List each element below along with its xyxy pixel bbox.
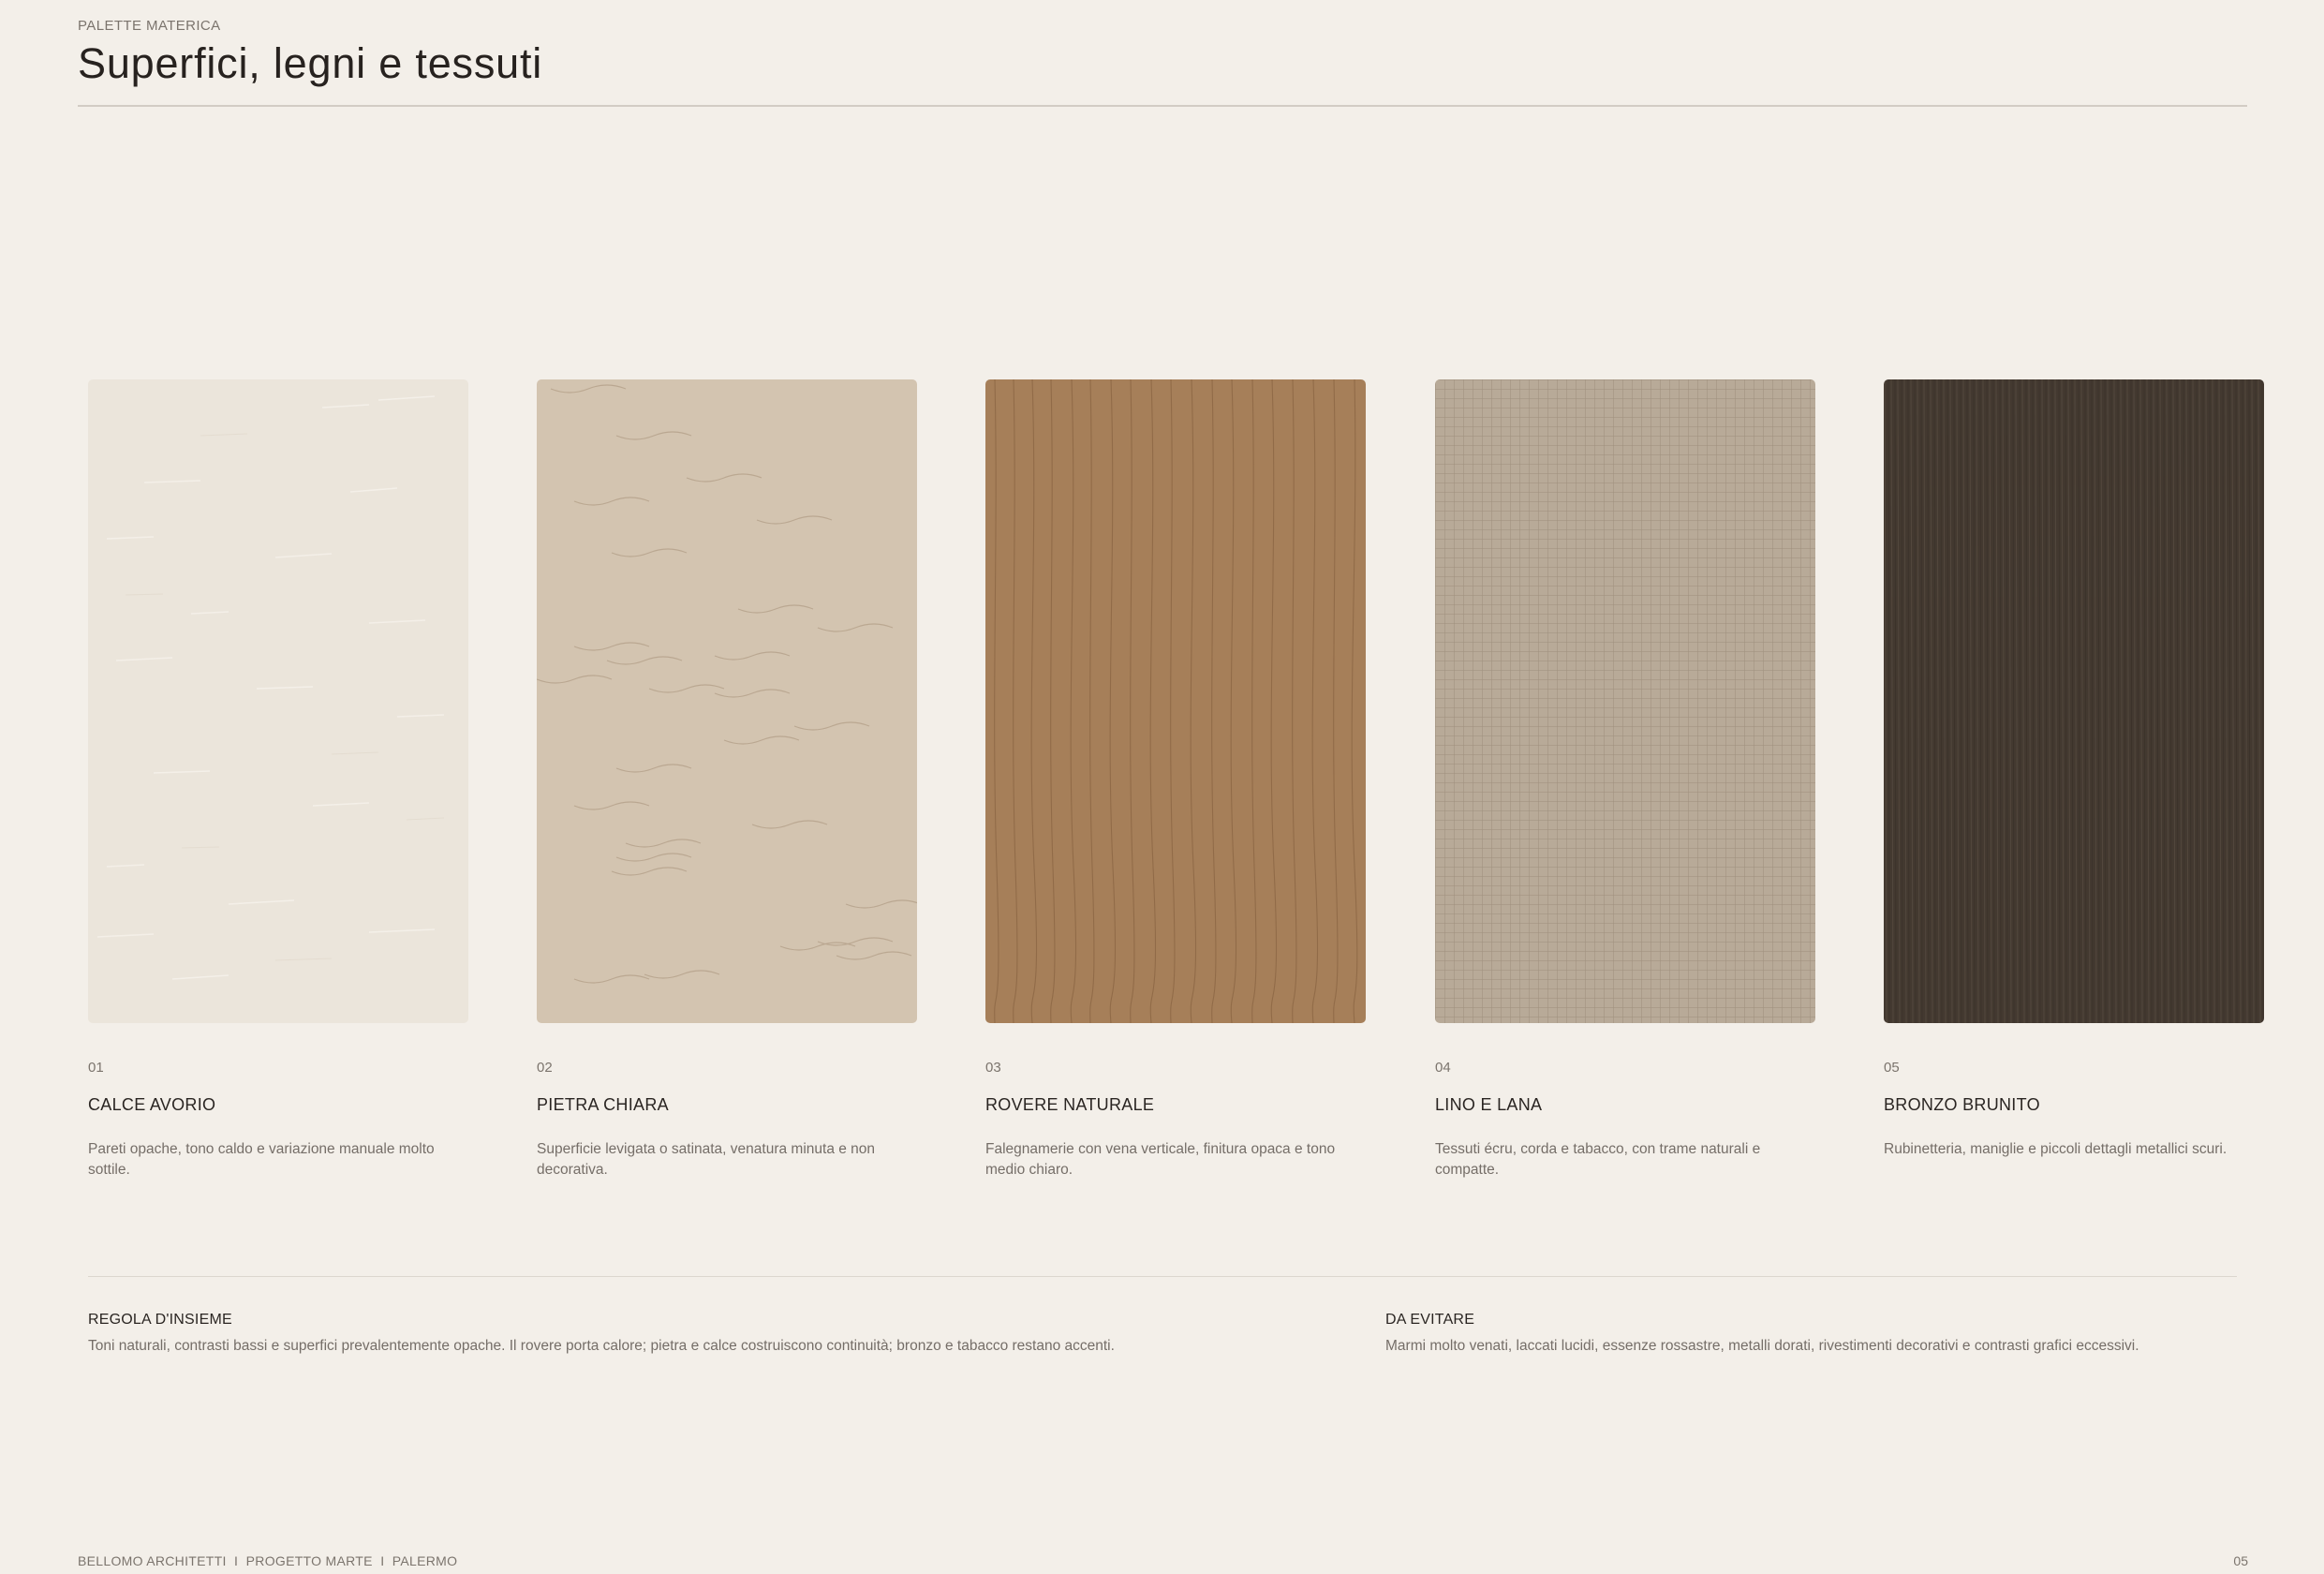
material-palette-page: PALETTE MATERICA Superfici, legni e tess… xyxy=(0,0,2324,1574)
header-divider xyxy=(78,105,2247,107)
material-number: 02 xyxy=(537,1060,553,1076)
footer-separator: I xyxy=(380,1553,385,1568)
general-rule-block: REGOLA D'INSIEME Toni naturali, contrast… xyxy=(88,1312,1137,1357)
footer-studio: BELLOMO ARCHITETTI xyxy=(78,1553,227,1568)
general-rule-title: REGOLA D'INSIEME xyxy=(88,1312,232,1328)
swatch-calce-avorio xyxy=(88,379,468,1023)
footer-separator: I xyxy=(234,1553,239,1568)
section-eyebrow: PALETTE MATERICA xyxy=(78,18,221,34)
plaster-icon xyxy=(88,379,468,1023)
section-divider xyxy=(88,1276,2237,1277)
material-description: Superficie levigata o satinata, venatura… xyxy=(537,1141,876,1178)
material-card-4: 04 LINO E LANA Tessuti écru, corda e tab… xyxy=(1435,1060,1815,1180)
material-name: PIETRA CHIARA xyxy=(537,1095,669,1114)
material-name: CALCE AVORIO xyxy=(88,1095,216,1114)
swatch-bronzo-brunito xyxy=(1884,379,2264,1023)
avoid-rule-text: Marmi molto venati, laccati lucidi, esse… xyxy=(1385,1338,2139,1354)
material-number: 01 xyxy=(88,1060,104,1076)
swatch-lino-e-lana xyxy=(1435,379,1815,1023)
stone-veins-icon xyxy=(537,379,917,1023)
material-number: 03 xyxy=(985,1060,1001,1076)
avoid-rule-block: DA EVITARE Marmi molto venati, laccati l… xyxy=(1385,1312,2228,1357)
material-description: Rubinetteria, maniglie e piccoli dettagl… xyxy=(1884,1141,2228,1157)
material-description: Pareti opache, tono caldo e variazione m… xyxy=(88,1141,435,1178)
swatch-pietra-chiara xyxy=(537,379,917,1023)
general-rule-text: Toni naturali, contrasti bassi e superfi… xyxy=(88,1338,1115,1354)
material-card-1: 01 CALCE AVORIO Pareti opache, tono cald… xyxy=(88,1060,468,1180)
footer-credits: BELLOMO ARCHITETTI I PROGETTO MARTE I PA… xyxy=(78,1553,457,1568)
material-description: Tessuti écru, corda e tabacco, con trame… xyxy=(1435,1141,1761,1178)
page-number: 05 xyxy=(2233,1553,2248,1568)
material-name: ROVERE NATURALE xyxy=(985,1095,1155,1114)
footer-city: PALERMO xyxy=(392,1553,458,1568)
material-number: 04 xyxy=(1435,1060,1451,1076)
avoid-rule-title: DA EVITARE xyxy=(1385,1312,1475,1328)
material-number: 05 xyxy=(1884,1060,1900,1076)
material-name: BRONZO BRUNITO xyxy=(1884,1095,2040,1114)
material-card-2: 02 PIETRA CHIARA Superficie levigata o s… xyxy=(537,1060,917,1180)
material-card-5: 05 BRONZO BRUNITO Rubinetteria, maniglie… xyxy=(1884,1060,2264,1160)
brushed-metal-icon xyxy=(1884,379,2264,1023)
fabric-weave-icon xyxy=(1435,379,1815,1023)
footer-project: PROGETTO MARTE xyxy=(245,1553,373,1568)
material-description: Falegnamerie con vena verticale, finitur… xyxy=(985,1141,1336,1178)
wood-grain-icon xyxy=(985,379,1366,1023)
material-name: LINO E LANA xyxy=(1435,1095,1543,1114)
swatch-rovere-naturale xyxy=(985,379,1366,1023)
material-card-3: 03 ROVERE NATURALE Falegnamerie con vena… xyxy=(985,1060,1366,1180)
page-title: Superfici, legni e tessuti xyxy=(78,39,543,87)
